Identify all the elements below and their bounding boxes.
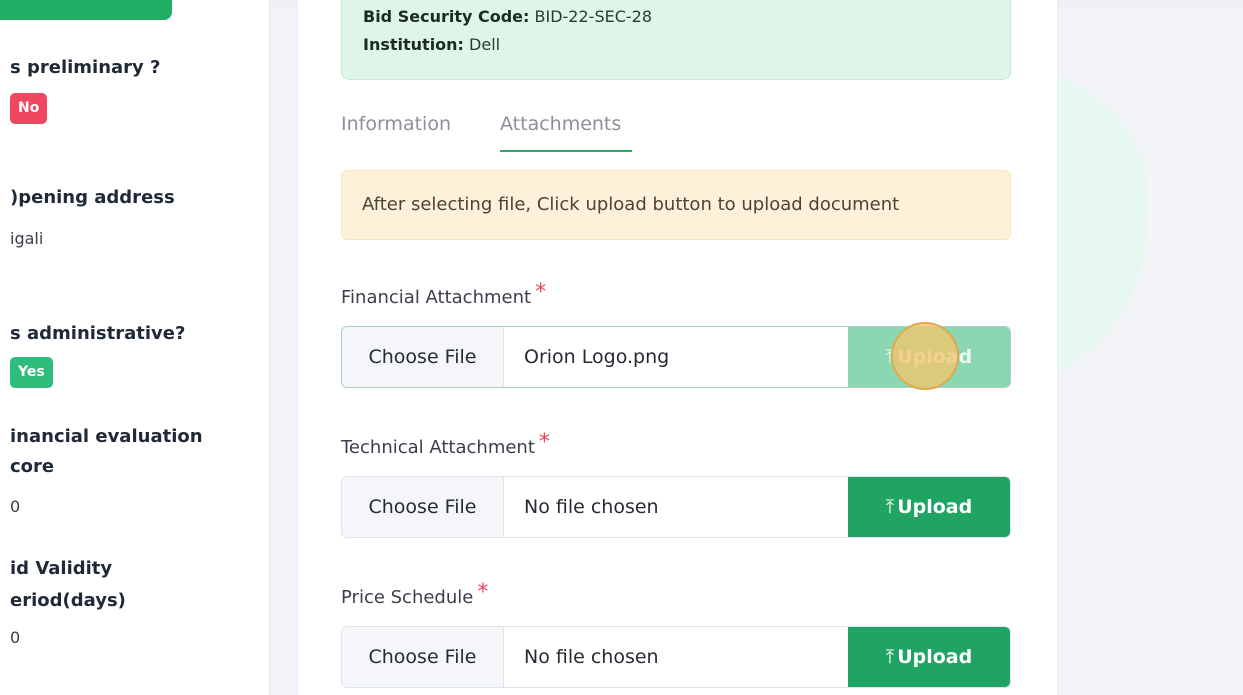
institution-label: Institution: [363, 35, 464, 54]
bid-validity-value: 0 [10, 628, 21, 647]
upload-icon: ⤒ [885, 496, 895, 518]
financial-evaluation-title-line2: core [10, 456, 55, 477]
preliminary-status-badge: No [10, 93, 48, 124]
price-schedule-label-text: Price Schedule [341, 587, 474, 608]
technical-upload-label: Upload [897, 496, 973, 518]
technical-attachment-label: Technical Attachment * [341, 430, 550, 459]
bid-details-sidebar: s preliminary ? No )pening address igali… [0, 0, 270, 695]
financial-evaluation-value: 0 [10, 497, 21, 516]
technical-file-name: No file chosen [524, 496, 659, 518]
bid-validity-title: id Validity [10, 558, 113, 579]
financial-file-name: Orion Logo.png [524, 346, 670, 368]
click-cursor-indicator [891, 322, 959, 390]
technical-choose-file-button[interactable]: Choose File [342, 477, 504, 537]
required-asterisk: * [535, 280, 547, 305]
financial-evaluation-title: inancial evaluation [10, 426, 203, 447]
required-asterisk: * [538, 430, 550, 455]
price-schedule-upload-label: Upload [897, 646, 973, 668]
tab-information[interactable]: Information [341, 113, 451, 135]
technical-upload-button[interactable]: ⤒ Upload [848, 477, 1010, 537]
sidebar-top-badge [0, 0, 172, 20]
upload-icon: ⤒ [885, 646, 895, 668]
active-tab-indicator [500, 150, 632, 152]
tab-attachments[interactable]: Attachments [500, 113, 621, 135]
price-schedule-file-name: No file chosen [524, 646, 659, 668]
administrative-status-badge: Yes [10, 357, 53, 388]
bid-security-label: Bid Security Code: [363, 7, 530, 26]
opening-address-value: igali [10, 229, 44, 248]
price-schedule-label: Price Schedule * [341, 580, 488, 609]
technical-attachment-file-input[interactable]: Choose File No file chosen ⤒ Upload [341, 476, 1011, 538]
price-schedule-upload-button[interactable]: ⤒ Upload [848, 627, 1010, 687]
technical-attachment-label-text: Technical Attachment [341, 437, 535, 458]
financial-attachment-label-text: Financial Attachment [341, 287, 532, 308]
opening-address-title: )pening address [10, 187, 175, 208]
administrative-title: s administrative? [10, 323, 186, 344]
financial-choose-file-button[interactable]: Choose File [342, 327, 504, 387]
upload-instruction-alert: After selecting file, Click upload butto… [341, 170, 1011, 240]
institution-line: Institution: Dell [363, 35, 500, 54]
institution-value: Dell [469, 35, 501, 54]
financial-attachment-label: Financial Attachment * [341, 280, 546, 309]
price-schedule-choose-file-button[interactable]: Choose File [342, 627, 504, 687]
bid-validity-title-line2: eriod(days) [10, 590, 126, 611]
price-schedule-file-input[interactable]: Choose File No file chosen ⤒ Upload [341, 626, 1011, 688]
bid-security-line: Bid Security Code: BID-22-SEC-28 [363, 7, 652, 26]
bid-security-value: BID-22-SEC-28 [534, 7, 653, 26]
required-asterisk: * [477, 580, 489, 605]
preliminary-title: s preliminary ? [10, 57, 161, 78]
bid-info-box: Bid Security Code: BID-22-SEC-28 Institu… [341, 0, 1011, 80]
